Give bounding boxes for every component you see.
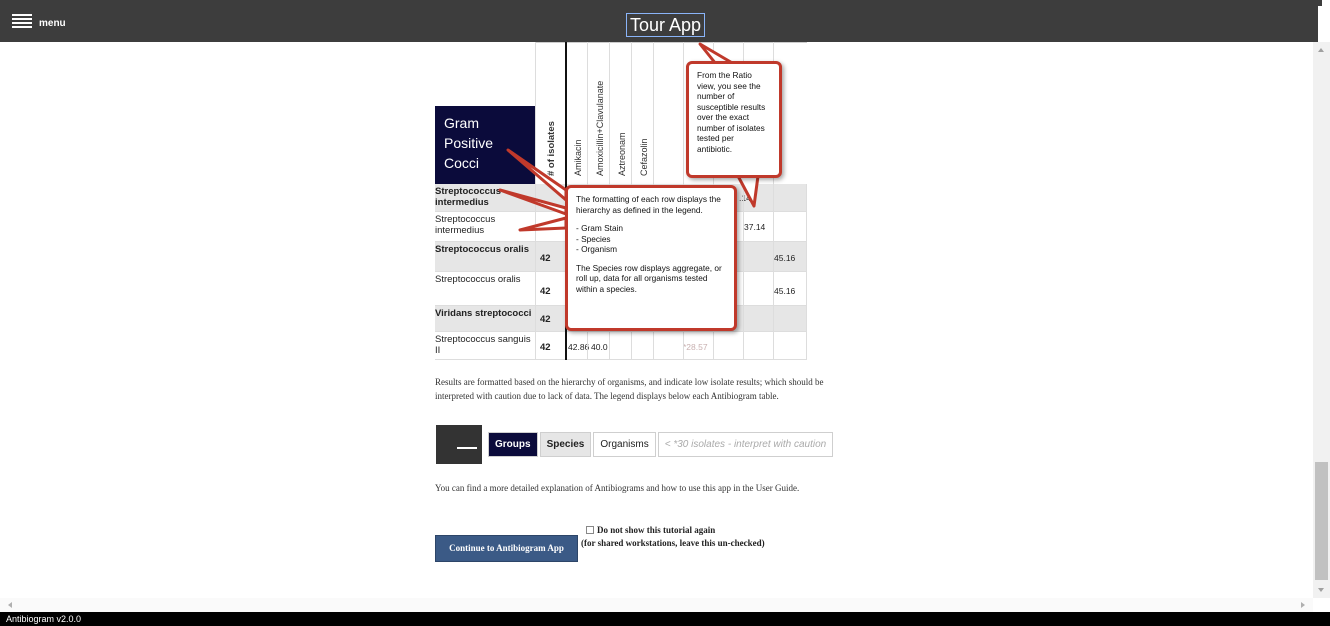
legend-caution: < *30 isolates - interpret with caution — [657, 432, 834, 457]
scroll-down-icon[interactable] — [1318, 588, 1324, 592]
ratio-tooltip: From the Ratio view, you see the number … — [686, 61, 782, 178]
description-text: Results are formatted based on the hiera… — [435, 377, 824, 401]
tutorial-checkbox-note: (for shared workstations, leave this un-… — [581, 538, 765, 548]
tooltip-list-item: - Organism — [576, 244, 618, 254]
tutorial-checkbox[interactable] — [586, 526, 594, 534]
tooltip-list-item: - Species — [576, 233, 611, 244]
legend-groups: Groups — [488, 432, 538, 457]
vertical-scrollbar[interactable] — [1313, 42, 1330, 598]
legend-organisms: Organisms — [593, 432, 656, 457]
continue-button[interactable]: Continue to Antibiogram App — [435, 535, 578, 562]
user-guide-text: You can find a more detailed explanation… — [435, 483, 800, 493]
tooltip-text: The Species row displays aggregate, or r… — [576, 262, 722, 294]
version-status-bar: Antibiogram v2.0.0 — [0, 612, 1330, 626]
tooltip-list-item: - Gram Stain — [576, 223, 624, 233]
scroll-up-icon[interactable] — [1318, 48, 1324, 52]
legend-species: Species — [539, 432, 592, 457]
tutorial-checkbox-label: Do not show this tutorial again — [597, 525, 716, 535]
horizontal-scrollbar[interactable] — [0, 598, 1313, 612]
formatting-tooltip: The formatting of each row displays the … — [565, 185, 737, 331]
scroll-thumb[interactable] — [1315, 462, 1328, 580]
scroll-left-icon[interactable] — [8, 602, 12, 608]
tutorial-checkbox-group: Do not show this tutorial again (for sha… — [581, 524, 765, 550]
legend: Groups Species Organisms < *30 isolates … — [436, 425, 834, 464]
legend-gram-stain-swatch — [436, 425, 482, 464]
tooltip-text: The formatting of each row displays the … — [576, 194, 721, 215]
scroll-right-icon[interactable] — [1301, 602, 1305, 608]
